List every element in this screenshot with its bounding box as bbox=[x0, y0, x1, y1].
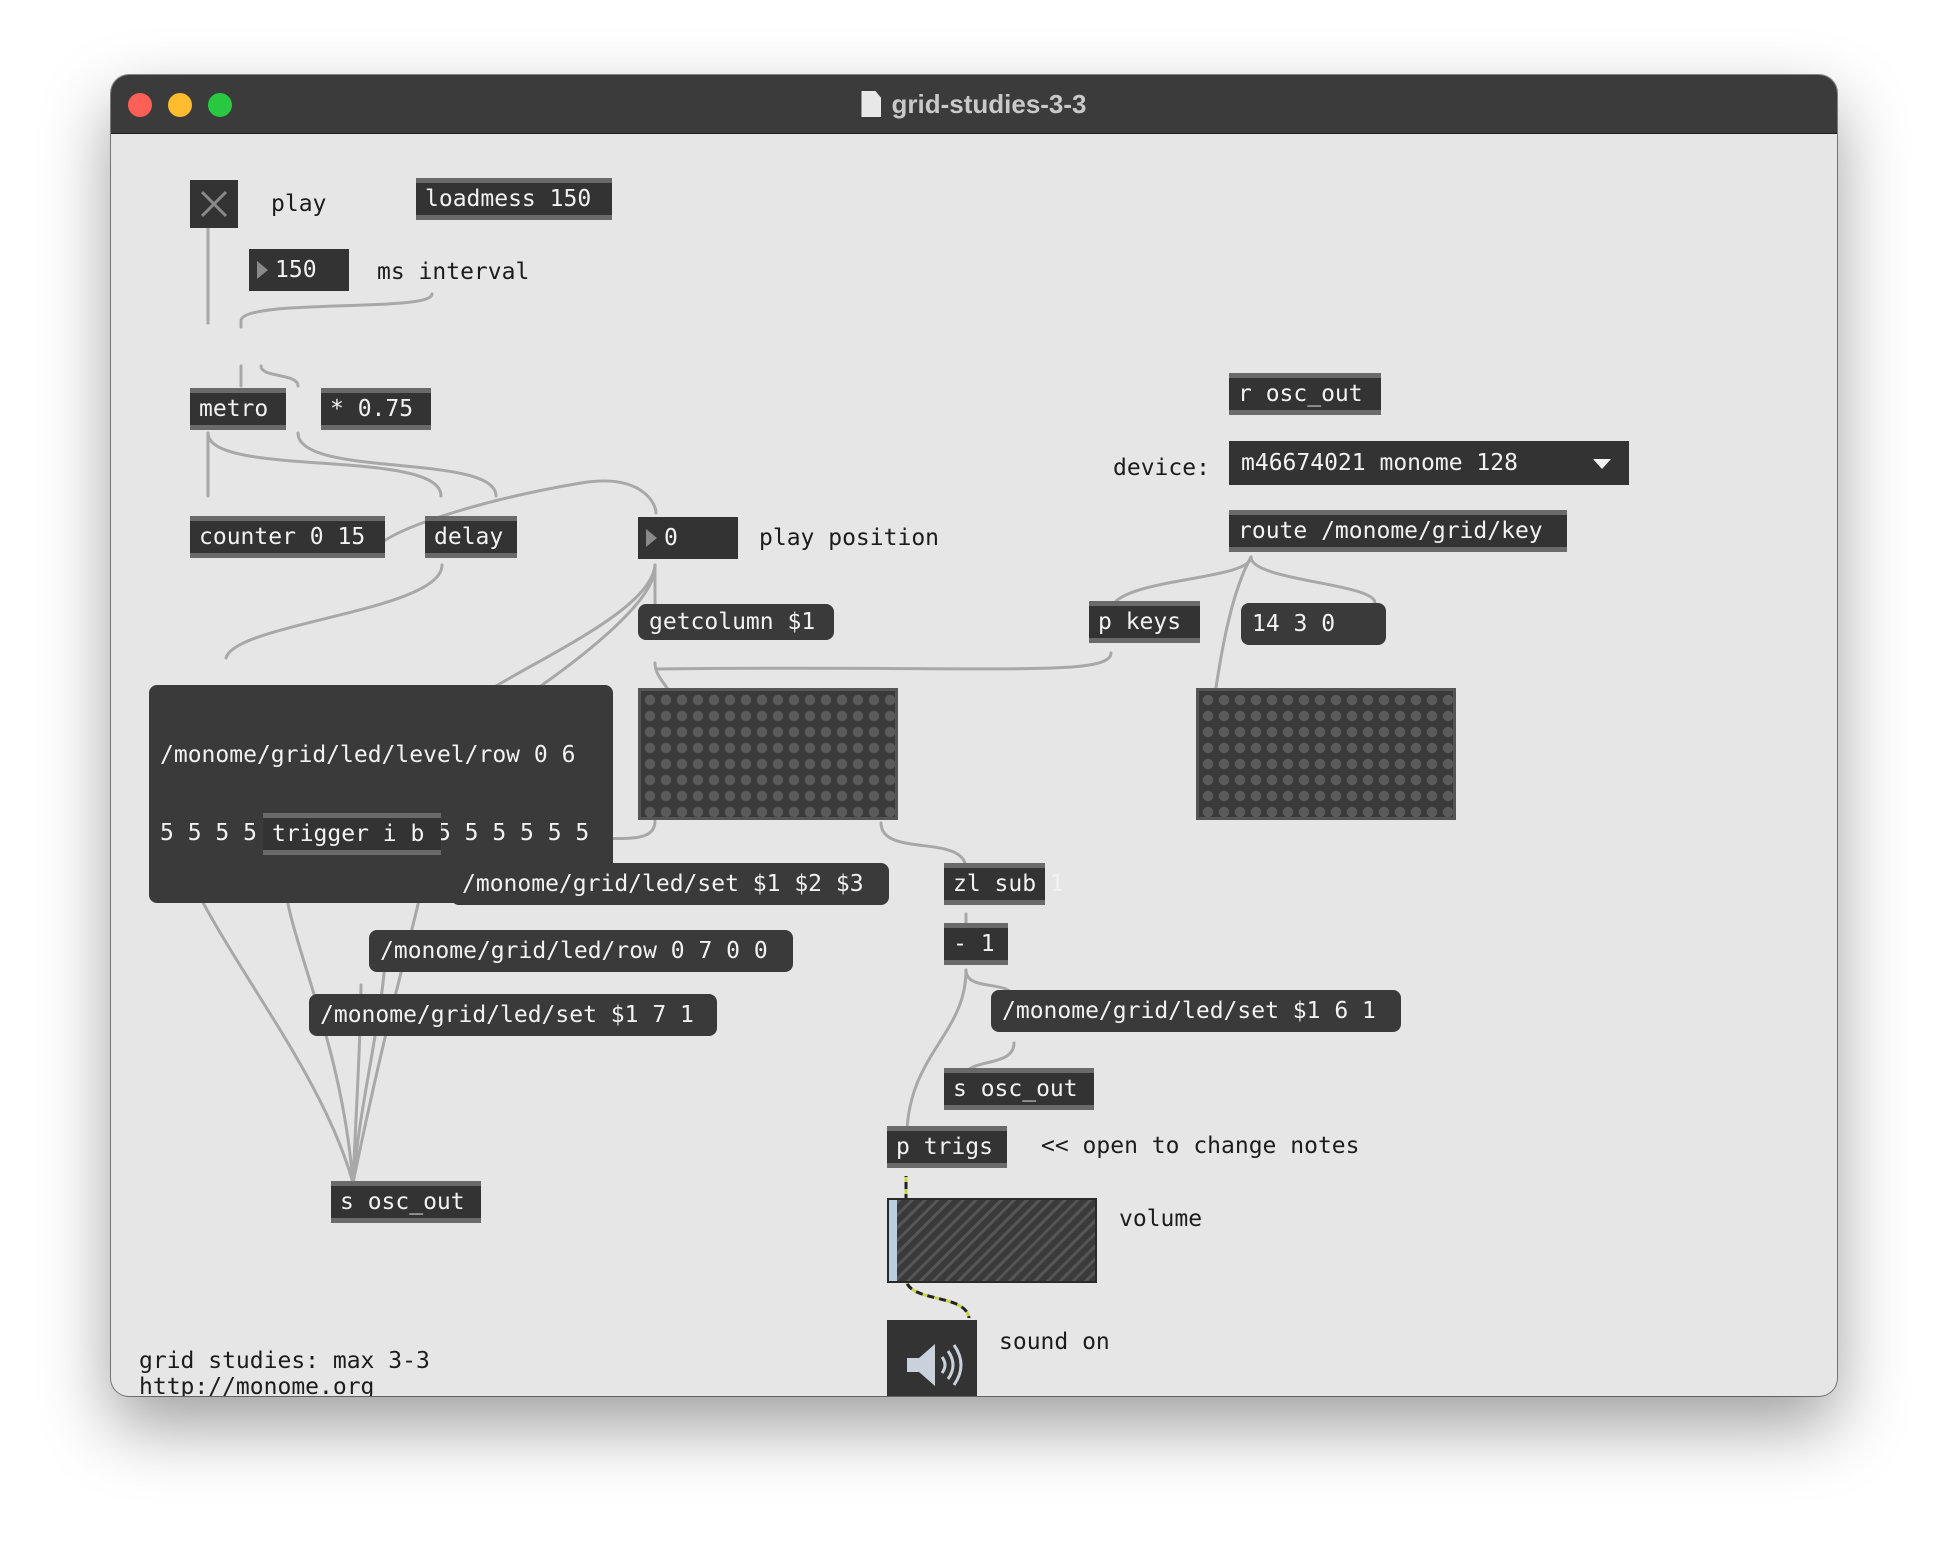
receive-osc-out-object[interactable]: r osc_out bbox=[1229, 373, 1381, 415]
trigger-object[interactable]: trigger i b bbox=[263, 813, 441, 855]
title-bar: grid-studies-3-3 bbox=[111, 75, 1837, 134]
key-value-message[interactable]: 14 3 0 bbox=[1241, 603, 1386, 645]
patcher-window: grid-studies-3-3 play loadmess 150 150 m… bbox=[111, 75, 1837, 1396]
x-toggle-icon bbox=[200, 190, 228, 218]
send-osc-out-right-object[interactable]: s osc_out bbox=[944, 1068, 1094, 1110]
document-icon bbox=[861, 91, 882, 117]
volume-comment: volume bbox=[1119, 1206, 1203, 1232]
p-keys-subpatch[interactable]: p keys bbox=[1089, 601, 1200, 643]
led-row-message[interactable]: /monome/grid/led/row 0 7 0 0 bbox=[369, 930, 793, 972]
device-comment: device: bbox=[1113, 455, 1210, 481]
window-title-area: grid-studies-3-3 bbox=[111, 89, 1837, 120]
p-trigs-subpatch[interactable]: p trigs bbox=[887, 1126, 1007, 1168]
cord-delay-levelrow bbox=[224, 563, 444, 660]
patch-canvas[interactable]: play loadmess 150 150 ms interval metro … bbox=[111, 133, 1837, 1396]
multiply-object[interactable]: * 0.75 bbox=[321, 388, 431, 430]
interval-number-box[interactable]: 150 bbox=[249, 249, 349, 291]
led-set-xyz-message[interactable]: /monome/grid/led/set $1 $2 $3 bbox=[451, 863, 889, 905]
delay-object[interactable]: delay bbox=[425, 516, 517, 558]
zl-sub-object[interactable]: zl sub 1 bbox=[944, 863, 1064, 905]
speaker-icon bbox=[907, 1344, 963, 1386]
device-menu[interactable]: m46674021 monome 128 bbox=[1229, 441, 1629, 485]
ms-interval-comment: ms interval bbox=[377, 259, 530, 285]
play-position-number-box[interactable]: 0 bbox=[638, 517, 738, 559]
level-row-line-1: /monome/grid/led/level/row 0 6 bbox=[160, 742, 576, 768]
cord-pkeys-grid bbox=[654, 651, 1113, 671]
cord-route-keyvalue bbox=[1249, 555, 1377, 605]
metro-object[interactable]: metro bbox=[190, 388, 286, 430]
number-arrow-icon bbox=[257, 261, 268, 279]
open-notes-comment: << open to change notes bbox=[1041, 1133, 1360, 1159]
window-title: grid-studies-3-3 bbox=[891, 89, 1087, 119]
cord-loadmess-number bbox=[239, 292, 434, 329]
volume-slider[interactable] bbox=[887, 1198, 1097, 1283]
route-object[interactable]: route /monome/grid/key bbox=[1229, 510, 1567, 552]
footer-line-2: http://monome.org bbox=[139, 1374, 375, 1396]
play-position-comment: play position bbox=[759, 525, 940, 551]
led-set-6-message[interactable]: /monome/grid/led/set $1 6 1 bbox=[991, 990, 1401, 1032]
cord-metro-delay bbox=[206, 431, 443, 498]
sound-on-comment: sound on bbox=[999, 1329, 1110, 1355]
volume-slider-knob[interactable] bbox=[889, 1200, 897, 1281]
counter-object[interactable]: counter 0 15 bbox=[190, 516, 385, 558]
play-position-value: 0 bbox=[664, 525, 678, 551]
signal-cord-slider-dac bbox=[904, 1277, 971, 1319]
dac-button[interactable] bbox=[887, 1320, 977, 1396]
send-osc-out-left-object[interactable]: s osc_out bbox=[331, 1181, 481, 1223]
play-toggle[interactable] bbox=[190, 180, 238, 228]
cord-playpos-levelrow bbox=[464, 563, 657, 707]
loadmess-object[interactable]: loadmess 150 bbox=[416, 178, 612, 220]
minus-object[interactable]: - 1 bbox=[944, 923, 1008, 965]
number-arrow-icon bbox=[646, 529, 657, 547]
grid-display-left[interactable] bbox=[638, 688, 898, 820]
device-menu-selected: m46674021 monome 128 bbox=[1241, 450, 1518, 476]
interval-value: 150 bbox=[275, 257, 317, 283]
grid-display-right[interactable] bbox=[1196, 688, 1456, 820]
play-comment: play bbox=[271, 191, 327, 217]
led-set-7-message[interactable]: /monome/grid/led/set $1 7 1 bbox=[309, 994, 717, 1036]
cord-number-mult bbox=[259, 364, 300, 388]
footer-line-1: grid studies: max 3-3 bbox=[139, 1348, 430, 1374]
chevron-down-icon bbox=[1593, 459, 1611, 469]
getcolumn-message[interactable]: getcolumn $1 bbox=[638, 604, 834, 640]
